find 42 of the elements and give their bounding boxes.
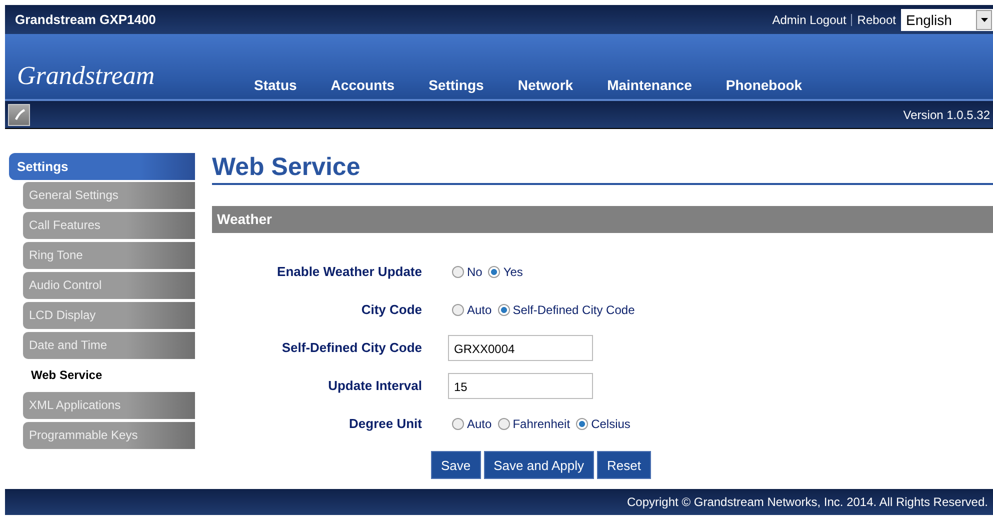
nav-tab[interactable]: Network [500,77,590,93]
copyright-text: Copyright © Grandstream Networks, Inc. 2014. All Rights Reserved. [627,495,988,509]
sidebar-heading[interactable]: Settings [9,153,195,180]
option-label: Auto [467,303,492,317]
nav-tab[interactable]: Status [237,77,314,93]
header-link[interactable]: Admin Logout [772,12,846,26]
nav-tab[interactable]: Accounts [314,77,412,93]
option-label: Auto [467,417,492,431]
product-name: Grandstream GXP1400 [15,12,156,27]
option-label: Fahrenheit [512,417,570,431]
form-button[interactable]: Save and Apply [484,451,594,479]
field-label: Degree Unit [348,415,422,433]
input-field[interactable]: GRXX0004 [448,335,593,361]
field-label: Update Interval [327,377,422,395]
nav-tab[interactable]: Settings [412,77,501,93]
radio-button[interactable] [452,418,464,430]
option-label: No [467,265,482,279]
section-header: Weather [212,206,993,233]
radio-button[interactable] [452,304,464,316]
option-label: Yes [503,265,523,279]
radio-button[interactable] [498,304,510,316]
sidebar-item[interactable]: Web Service [23,362,195,389]
phone-icon[interactable] [8,104,30,126]
field-label: City Code [360,301,422,319]
form-button[interactable]: Reset [597,451,651,479]
language-select[interactable]: English [901,8,993,30]
nav-tab[interactable]: Phonebook [708,77,820,93]
radio-button[interactable] [498,418,510,430]
radio-button[interactable] [488,266,500,278]
form-button[interactable]: Save [431,451,481,479]
header-link[interactable]: Reboot [857,12,896,26]
version-text: Version 1.0.5.32 [903,108,990,122]
option-label: Celsius [591,417,630,431]
field-label: Enable Weather Update [276,263,422,281]
radio-button[interactable] [452,266,464,278]
page-title: Web Service [212,153,993,185]
input-field[interactable]: 15 [448,373,593,399]
field-label: Self-Defined City Code [280,339,422,357]
option-label: Self-Defined City Code [512,303,635,317]
radio-button[interactable] [576,418,588,430]
logo: Grandstream [17,61,156,91]
nav-tab[interactable]: Maintenance [590,77,709,93]
